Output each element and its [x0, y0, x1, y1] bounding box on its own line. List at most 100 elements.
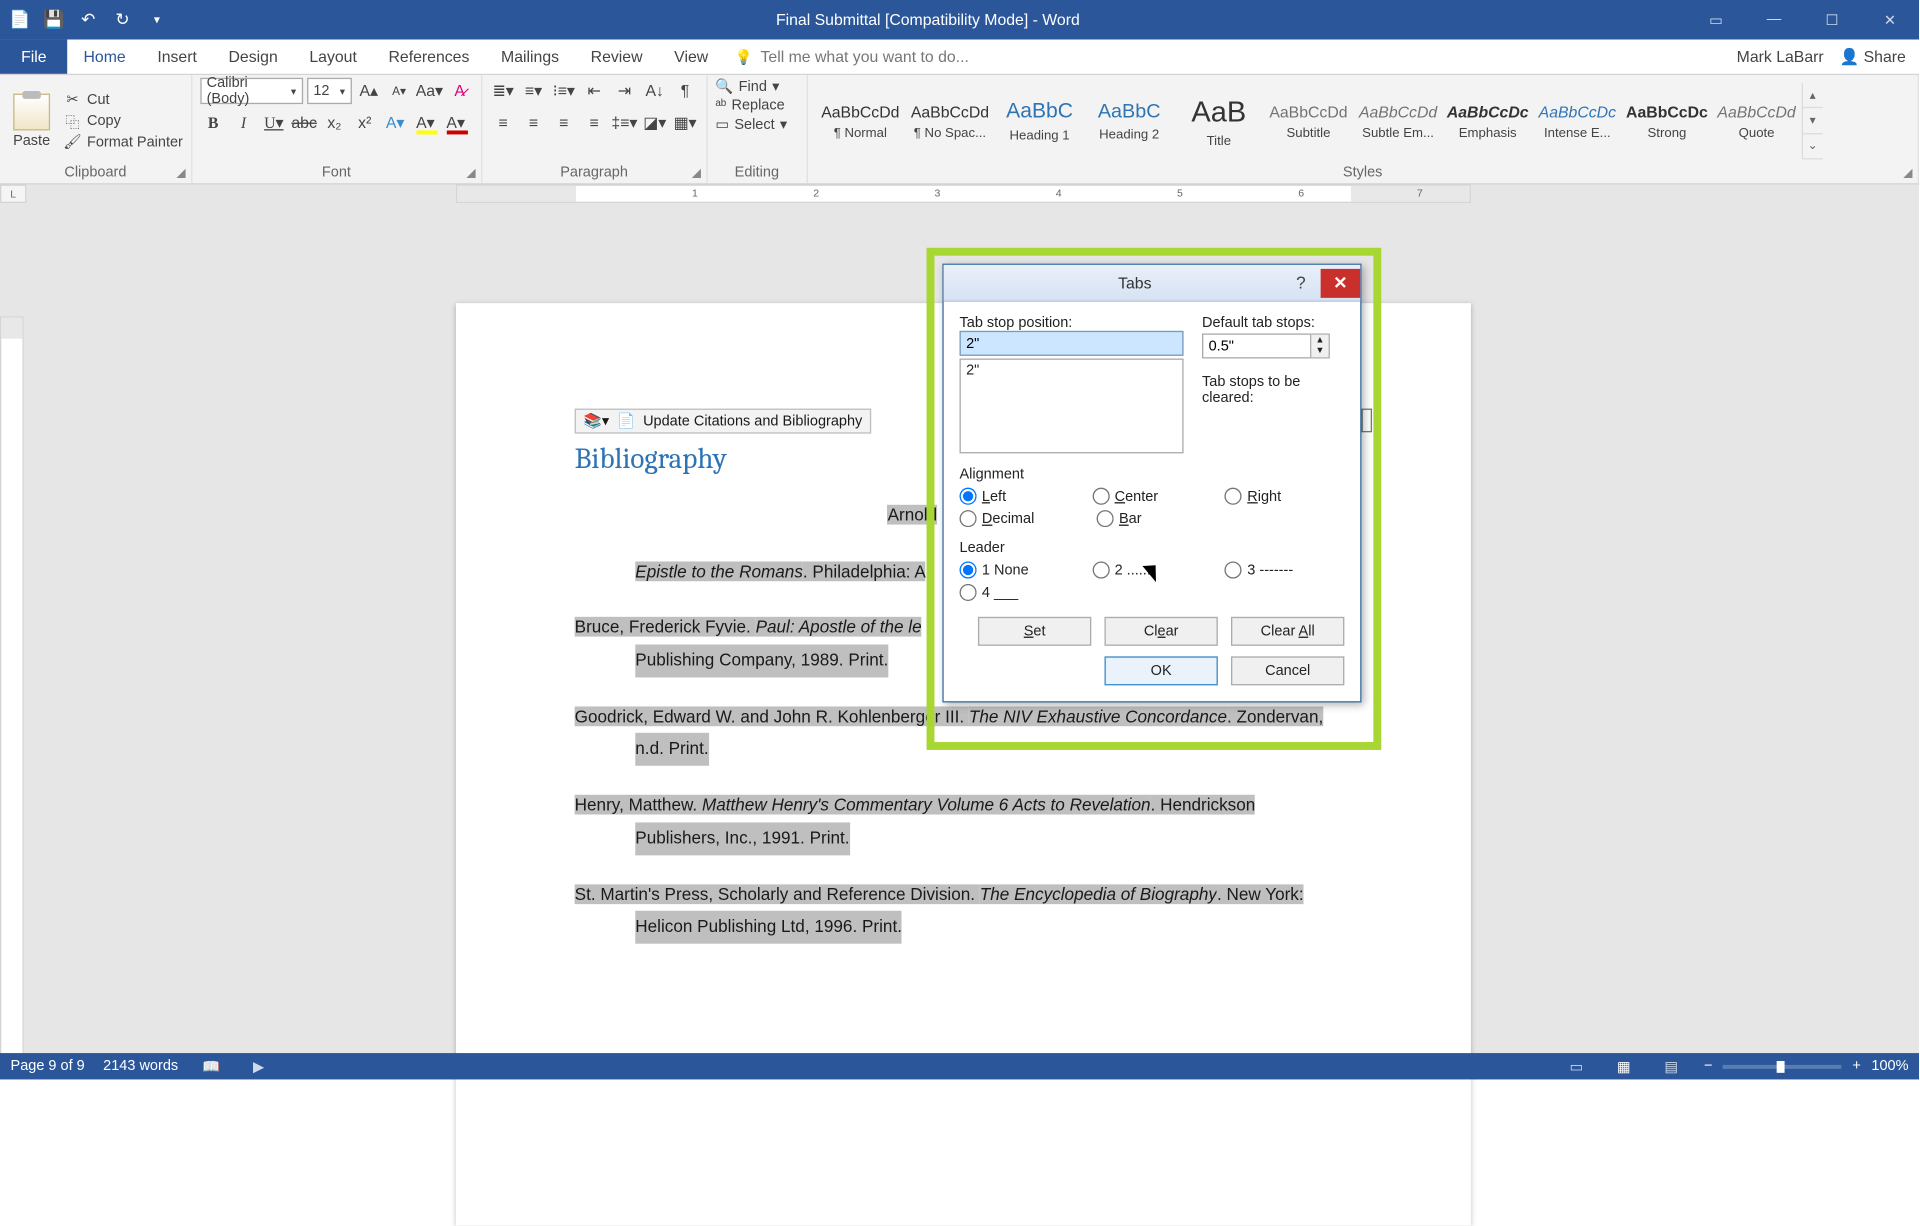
line-spacing-button[interactable]: ‡≡▾ [611, 109, 637, 135]
replace-button[interactable]: ᵃᵇReplace [715, 98, 784, 114]
style-strong[interactable]: AaBbCcDcStrong [1622, 83, 1712, 159]
tab-insert[interactable]: Insert [141, 40, 212, 74]
spelling-icon[interactable]: 📖 [197, 1056, 226, 1077]
minimize-icon[interactable]: — [1745, 1, 1803, 38]
style-title[interactable]: AaBTitle [1174, 83, 1264, 159]
tab-stop-list[interactable]: 2" [960, 358, 1184, 453]
tab-selector[interactable]: L [0, 185, 26, 203]
clear-button[interactable]: Clear [1104, 617, 1217, 646]
tab-file[interactable]: File [0, 40, 68, 74]
superscript-button[interactable]: x² [352, 109, 378, 135]
tab-mailings[interactable]: Mailings [485, 40, 575, 74]
subscript-button[interactable]: x₂ [321, 109, 347, 135]
cancel-button[interactable]: Cancel [1231, 656, 1344, 685]
italic-button[interactable]: I [230, 109, 256, 135]
account-user[interactable]: Mark LaBarr [1737, 47, 1824, 65]
shading-button[interactable]: ◪▾ [642, 109, 668, 135]
clipboard-dialog-launcher[interactable]: ◢ [176, 166, 185, 180]
align-center-button[interactable]: ≡ [520, 109, 546, 135]
change-case-button[interactable]: Aa▾ [416, 78, 442, 104]
font-color-button[interactable]: A▾ [443, 109, 469, 135]
sort-button[interactable]: A↓ [642, 78, 668, 104]
styles-scroll[interactable]: ▴▾⌄ [1801, 83, 1822, 159]
style-no-spacing[interactable]: AaBbCcDd¶ No Spac... [905, 83, 995, 159]
font-dialog-launcher[interactable]: ◢ [466, 166, 475, 180]
justify-button[interactable]: ≡ [581, 109, 607, 135]
close-icon[interactable]: ✕ [1861, 1, 1919, 38]
find-button[interactable]: 🔍Find▾ [715, 78, 779, 95]
leader-1-radio[interactable]: 1 None [960, 561, 1080, 578]
paragraph-dialog-launcher[interactable]: ◢ [692, 166, 701, 180]
show-hide-button[interactable]: ¶ [672, 78, 698, 104]
leader-3-radio[interactable]: 3 ------- [1225, 561, 1345, 578]
copy-button[interactable]: ⿻Copy [63, 112, 183, 130]
style-heading-1[interactable]: AaBbCHeading 1 [995, 83, 1085, 159]
font-size-combo[interactable]: 12▾ [307, 78, 352, 104]
highlight-button[interactable]: A▾ [412, 109, 438, 135]
bold-button[interactable]: B [200, 109, 226, 135]
tab-references[interactable]: References [373, 40, 486, 74]
align-right-radio[interactable]: Right [1225, 488, 1345, 505]
leader-4-radio[interactable]: 4 ___ [960, 584, 1084, 601]
web-layout-button[interactable]: ▤ [1657, 1056, 1686, 1077]
maximize-icon[interactable]: ☐ [1803, 1, 1861, 38]
tab-stop-position-input[interactable] [960, 331, 1184, 356]
tell-me-search[interactable]: Tell me what you want to do... [735, 40, 969, 74]
tab-design[interactable]: Design [213, 40, 294, 74]
multilevel-button[interactable]: ⁝≡▾ [551, 78, 577, 104]
format-painter-button[interactable]: 🖌Format Painter [63, 133, 183, 151]
zoom-out-button[interactable]: − [1704, 1058, 1712, 1074]
shrink-font-button[interactable]: A▾ [386, 78, 412, 104]
vertical-ruler[interactable] [0, 316, 24, 1054]
style-quote[interactable]: AaBbCcDdQuote [1712, 83, 1802, 159]
clear-formatting-button[interactable]: A̷ [446, 78, 472, 104]
tab-view[interactable]: View [658, 40, 724, 74]
grow-font-button[interactable]: A▴ [356, 78, 382, 104]
tab-layout[interactable]: Layout [294, 40, 373, 74]
read-mode-button[interactable]: ▭ [1562, 1056, 1591, 1077]
style-heading-2[interactable]: AaBbCHeading 2 [1084, 83, 1174, 159]
zoom-slider[interactable] [1723, 1064, 1842, 1068]
numbering-button[interactable]: ≡▾ [520, 78, 546, 104]
style-subtle-emphasis[interactable]: AaBbCcDdSubtle Em... [1353, 83, 1443, 159]
update-citations-bar[interactable]: 📚▾ 📄 Update Citations and Bibliography [575, 409, 872, 434]
strikethrough-button[interactable]: abc [291, 109, 317, 135]
zoom-level[interactable]: 100% [1871, 1058, 1908, 1074]
print-layout-button[interactable]: ▦ [1609, 1056, 1638, 1077]
text-effects-button[interactable]: A▾ [382, 109, 408, 135]
clear-all-button[interactable]: Clear All [1231, 617, 1344, 646]
ok-button[interactable]: OK [1104, 656, 1217, 685]
zoom-in-button[interactable]: + [1852, 1058, 1860, 1074]
styles-dialog-launcher[interactable]: ◢ [1903, 166, 1912, 180]
share-button[interactable]: 👤 Share [1840, 47, 1906, 65]
set-button[interactable]: Set [978, 617, 1091, 646]
align-left-radio[interactable]: Left [960, 488, 1080, 505]
decrease-indent-button[interactable]: ⇤ [581, 78, 607, 104]
ribbon-display-icon[interactable]: ▭ [1687, 1, 1745, 38]
word-count[interactable]: 2143 words [103, 1058, 178, 1074]
redo-icon[interactable]: ↻ [111, 8, 135, 32]
underline-button[interactable]: U▾ [261, 109, 287, 135]
help-button[interactable]: ? [1281, 268, 1321, 297]
align-right-button[interactable]: ≡ [551, 109, 577, 135]
save-icon[interactable]: 💾 [42, 8, 66, 32]
style-subtitle[interactable]: AaBbCcDdSubtitle [1264, 83, 1354, 159]
undo-icon[interactable]: ↶ [76, 8, 100, 32]
align-decimal-radio[interactable]: Decimal [960, 510, 1084, 527]
default-tab-stops-input[interactable] [1202, 333, 1310, 358]
list-item[interactable]: 2" [966, 362, 1177, 378]
align-bar-radio[interactable]: Bar [1097, 510, 1221, 527]
bullets-button[interactable]: ≣▾ [490, 78, 516, 104]
tab-review[interactable]: Review [575, 40, 659, 74]
cut-button[interactable]: ✂Cut [63, 91, 183, 109]
select-button[interactable]: ▭Select▾ [715, 116, 787, 133]
paste-button[interactable]: Paste [8, 94, 55, 149]
style-emphasis[interactable]: AaBbCcDcEmphasis [1443, 83, 1533, 159]
increase-indent-button[interactable]: ⇥ [611, 78, 637, 104]
tab-home[interactable]: Home [68, 40, 142, 74]
borders-button[interactable]: ▦▾ [672, 109, 698, 135]
macro-icon[interactable]: ▶ [244, 1056, 273, 1077]
font-name-combo[interactable]: Calibri (Body)▾ [200, 78, 303, 104]
qat-more-icon[interactable]: ▾ [145, 8, 169, 32]
style-normal[interactable]: AaBbCcDd¶ Normal [816, 83, 906, 159]
